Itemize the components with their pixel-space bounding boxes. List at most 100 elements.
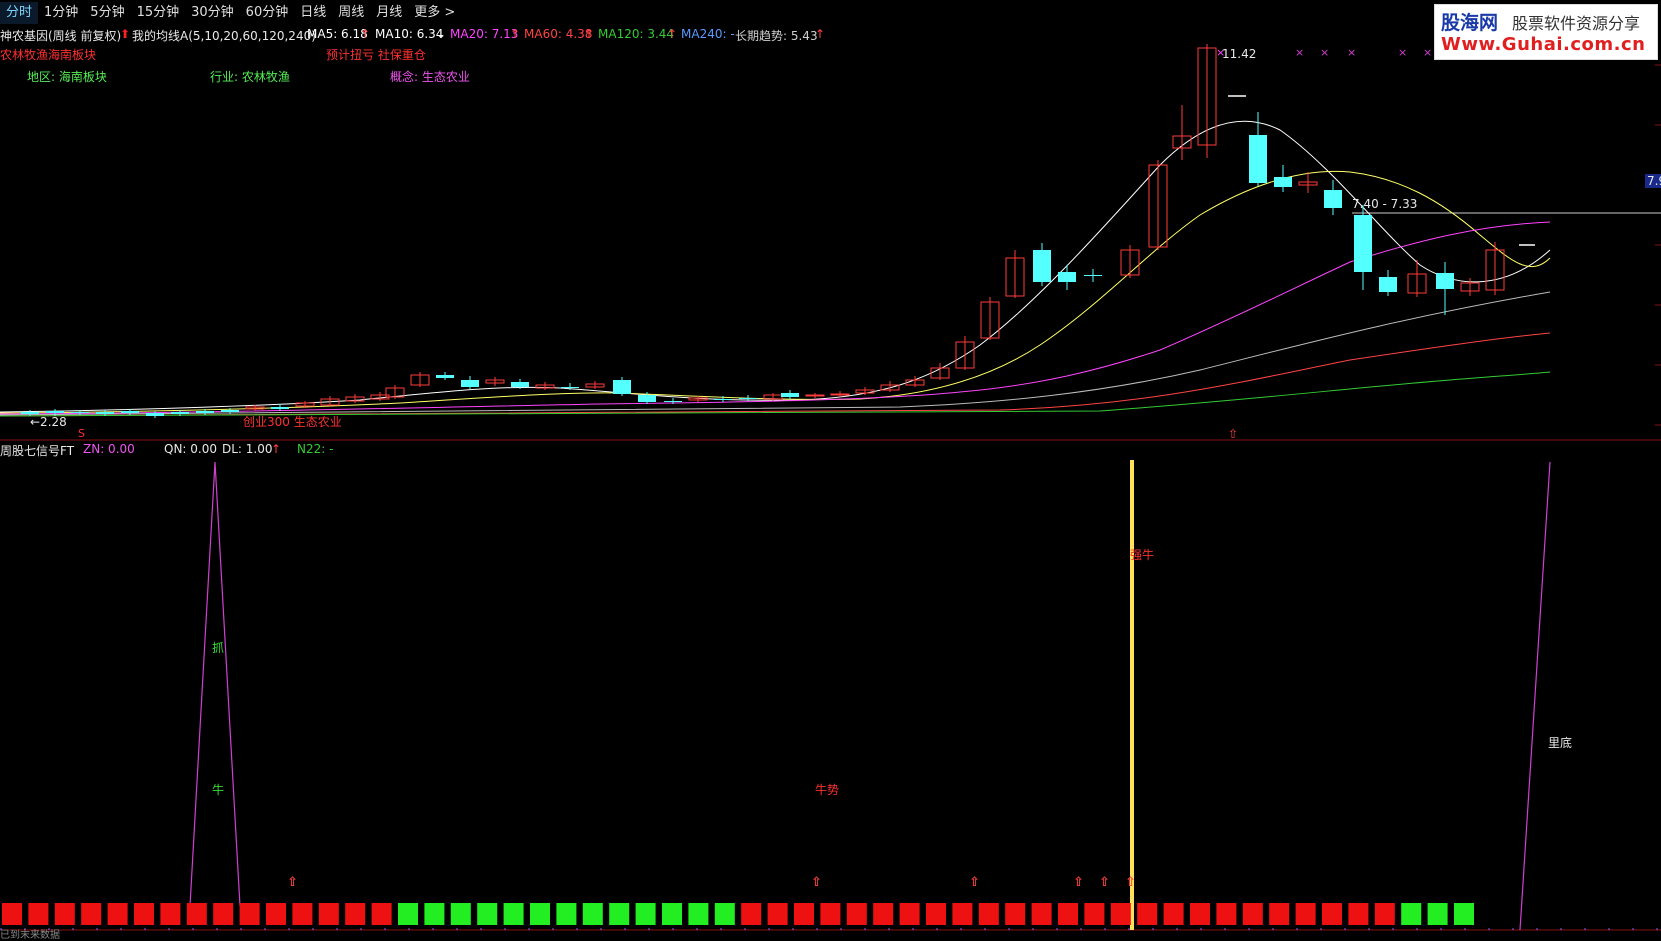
candle-body xyxy=(781,393,799,397)
candle-body xyxy=(436,375,454,378)
candle-body xyxy=(714,399,732,400)
candle-body xyxy=(221,410,239,412)
up-signal-arrow: ⇧ xyxy=(1099,875,1110,890)
candle-body xyxy=(1084,275,1102,276)
sell-marker: S xyxy=(78,427,85,440)
x-marker: × xyxy=(1320,46,1329,59)
signal-block xyxy=(266,903,286,925)
candle-body xyxy=(1324,190,1342,208)
signal-block xyxy=(1190,903,1210,925)
kline-chart[interactable]: × × × × ×× ⇧ ⇧ ⇧ ⇧ ⇧ ⇧⇧ xyxy=(0,0,1661,941)
x-marker: × xyxy=(1398,46,1407,59)
signal-block xyxy=(424,903,445,925)
n22-value: N22: - xyxy=(297,442,334,456)
signal-block xyxy=(635,903,656,925)
signal-label-lidi: 里底 xyxy=(1548,736,1573,750)
right-axis-ticks xyxy=(1655,64,1661,426)
up-signal-arrow: ⇧ xyxy=(287,875,298,890)
candle-body xyxy=(71,412,89,413)
candle-body xyxy=(196,411,214,413)
signal-block xyxy=(1295,903,1316,925)
signal-block xyxy=(609,903,630,925)
small-up-arrow: ⇧ xyxy=(1228,427,1238,441)
candle-body xyxy=(271,407,289,409)
signal-label-zhua: 抓 xyxy=(212,641,225,655)
qn-value: QN: 0.00 xyxy=(164,442,217,456)
candle-body xyxy=(638,395,656,402)
signal-block xyxy=(1137,903,1158,925)
signal-block xyxy=(1005,903,1026,925)
signal-block xyxy=(2,903,22,925)
signal-block xyxy=(186,903,207,925)
signal-block xyxy=(345,903,366,925)
signal-block xyxy=(688,903,709,925)
signal-label-qiangniu: 强牛 xyxy=(1130,548,1155,562)
signal-blocks xyxy=(2,903,1474,925)
signal-block xyxy=(398,903,418,925)
signal-block xyxy=(477,903,498,925)
candle-body xyxy=(1249,135,1267,183)
signal-block xyxy=(978,903,999,925)
signal-block xyxy=(1322,903,1342,925)
up-signal-arrow: ⇧ xyxy=(811,875,822,890)
moving-averages xyxy=(0,120,1551,417)
right-axis-price: 7.9 xyxy=(1645,174,1661,188)
signal-block xyxy=(926,903,946,925)
signal-block xyxy=(450,903,471,925)
candle-body xyxy=(1058,272,1076,282)
signal-block xyxy=(81,903,102,925)
signal-block xyxy=(1058,903,1078,925)
ma-line-3 xyxy=(0,291,1551,416)
signal-block xyxy=(741,903,762,925)
high-price-label: 11.42 xyxy=(1222,47,1257,61)
signal-block xyxy=(318,903,339,925)
signal-label-niu: 牛 xyxy=(212,783,225,797)
status-text: 已到末来数据 xyxy=(0,930,60,941)
indicator-name: 周股七信号FT xyxy=(0,444,75,458)
signal-block xyxy=(952,903,973,925)
candle-body xyxy=(46,411,64,413)
signal-block xyxy=(239,903,260,925)
ma-line-2 xyxy=(0,221,1551,415)
up-arrow-icon: ↑ xyxy=(271,442,282,456)
candle-body xyxy=(561,387,579,388)
signal-block xyxy=(820,903,841,925)
signal-block xyxy=(1163,903,1184,925)
signal-block xyxy=(1374,903,1395,925)
candle-body xyxy=(511,382,529,387)
signal-block xyxy=(213,903,234,925)
signal-block xyxy=(714,903,735,925)
candle-body xyxy=(805,394,825,397)
signal-block xyxy=(1269,903,1290,925)
signal-block xyxy=(292,903,313,925)
signal-label-niushi: 牛势 xyxy=(815,783,840,797)
ma-line-1 xyxy=(0,170,1551,414)
signal-block xyxy=(1084,903,1105,925)
signal-block xyxy=(899,903,920,925)
signal-block xyxy=(794,903,814,925)
candle-body xyxy=(1274,177,1292,187)
signal-block xyxy=(1242,903,1263,925)
signal-block xyxy=(107,903,128,925)
signal-block xyxy=(530,903,550,925)
signal-block xyxy=(1216,903,1237,925)
signal-block xyxy=(371,903,392,925)
signal-arrows: ⇧ ⇧ ⇧ ⇧ ⇧ ⇧ ⇧ xyxy=(287,427,1238,890)
low-price-label: ←2.28 xyxy=(30,415,67,429)
signal-block xyxy=(662,903,682,925)
candles xyxy=(21,44,1535,418)
signal-block xyxy=(1348,903,1369,925)
candle-body xyxy=(613,380,631,394)
magenta-spike-left xyxy=(189,461,241,907)
ma-line-4 xyxy=(0,332,1551,417)
range-label: 7.40 - 7.33 xyxy=(1352,197,1418,211)
signal-block xyxy=(1110,903,1131,925)
candle-body xyxy=(664,401,682,402)
signal-block xyxy=(1454,903,1474,925)
candle-body xyxy=(96,412,114,414)
signal-block xyxy=(846,903,867,925)
signal-block xyxy=(1401,903,1422,925)
signal-block xyxy=(582,903,603,925)
ma-line-0 xyxy=(0,120,1551,413)
magenta-spike-right xyxy=(1519,461,1551,931)
